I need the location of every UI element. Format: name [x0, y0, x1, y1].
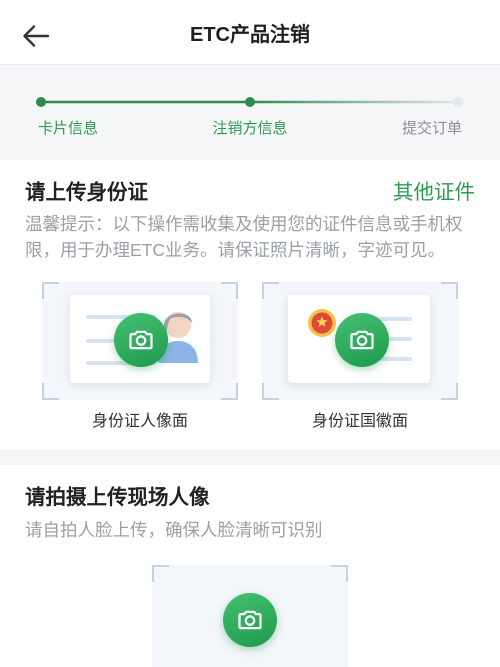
arrow-left-icon [23, 25, 50, 47]
face-upload-area[interactable] [152, 565, 348, 667]
frame-corner [42, 383, 59, 400]
upload-id-back-button[interactable] [335, 313, 389, 367]
progress-step-label-2: 注销方信息 [212, 120, 288, 137]
id-back-upload-area[interactable] [262, 282, 458, 400]
face-section-title: 请拍摄上传现场人像 [25, 486, 210, 509]
id-front-label: 身份证人像面 [91, 413, 188, 430]
back-button[interactable] [18, 18, 54, 54]
camera-icon [129, 330, 153, 350]
upload-id-front-button[interactable] [114, 313, 168, 367]
frame-corner [441, 383, 458, 400]
national-emblem-icon [308, 309, 336, 337]
page-title: ETC产品注销 [190, 24, 310, 46]
frame-corner [42, 282, 59, 299]
camera-icon [350, 330, 374, 350]
frame-corner [221, 282, 238, 299]
frame-corner [441, 282, 458, 299]
id-back-label: 身份证国徽面 [311, 413, 408, 430]
other-documents-link[interactable]: 其他证件 [393, 180, 475, 206]
frame-corner [331, 565, 348, 582]
progress-step-label-3: 提交订单 [401, 120, 462, 137]
top-nav-bar: ETC产品注销 [0, 0, 500, 65]
frame-corner [152, 565, 169, 582]
progress-dot-step3 [453, 97, 463, 107]
camera-icon [238, 610, 262, 630]
progress-step-label-1: 卡片信息 [38, 120, 99, 137]
frame-corner [221, 383, 238, 400]
progress-dot-step1 [36, 97, 46, 107]
id-section-title: 请上传身份证 [25, 181, 148, 204]
id-front-upload-area[interactable] [42, 282, 238, 400]
progress-dot-step2 [245, 97, 255, 107]
face-section-hint: 请自拍人脸上传，确保人脸清晰可识别 [25, 520, 323, 540]
app-screen: ETC产品注销 卡片信息 注销方信息 提交订单 请上传身份证 其他证件 温馨提示… [0, 0, 500, 667]
progress-track [36, 97, 463, 107]
frame-corner [262, 282, 279, 299]
upload-face-button[interactable] [223, 593, 277, 647]
id-section-hint: 温馨提示：以下操作需收集及使用您的证件信息或手机权限，用于办理ETC业务。请保证… [25, 214, 463, 260]
frame-corner [262, 383, 279, 400]
